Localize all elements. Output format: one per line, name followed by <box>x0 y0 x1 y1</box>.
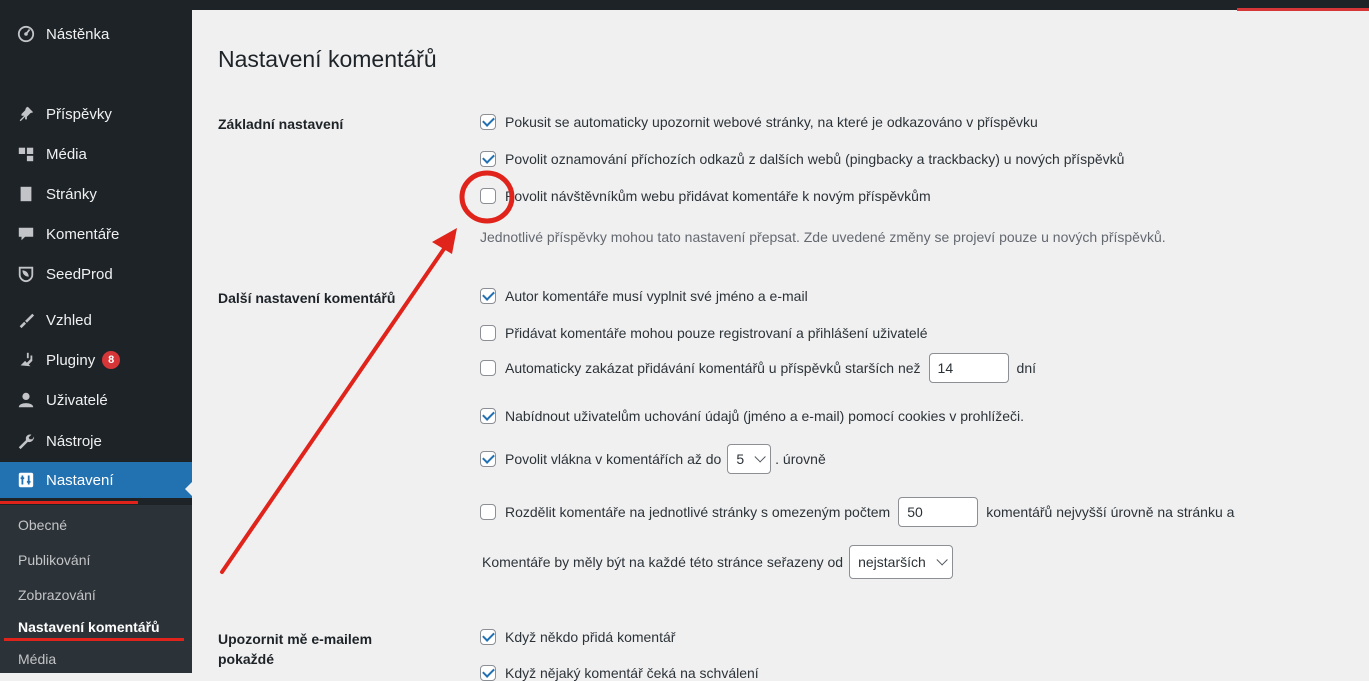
sidebar-item-media[interactable]: Média <box>0 136 192 172</box>
users-icon <box>16 390 36 410</box>
chevron-down-icon <box>754 451 766 463</box>
option-label: Komentáře by měly být na každé této strá… <box>482 554 844 570</box>
checkbox-email-new-comment[interactable] <box>480 629 496 645</box>
plugins-icon <box>16 350 36 370</box>
sidebar-item-plugins[interactable]: Pluginy 8 <box>0 342 192 378</box>
option-allow-comments: Povolit návštěvníkům webu přidávat komen… <box>480 188 931 204</box>
option-suffix: komentářů nejvyšší úrovně na stránku a <box>986 504 1235 520</box>
option-label: Povolit návštěvníkům webu přidávat komen… <box>505 188 931 204</box>
option-paginate-comments: Rozdělit komentáře na jednotlivé stránky… <box>480 497 1234 527</box>
checkbox-cookies-opt-in[interactable] <box>480 408 496 424</box>
checkbox-email-moderation[interactable] <box>480 665 496 681</box>
basic-settings-description: Jednotlivé příspěvky mohou tato nastaven… <box>480 229 1166 245</box>
option-cookies-opt-in: Nabídnout uživatelům uchování údajů (jmé… <box>480 408 1024 424</box>
settings-submenu: Obecné Publikování Zobrazování Nastavení… <box>0 505 192 673</box>
sidebar-item-pages[interactable]: Stránky <box>0 176 192 212</box>
page-title: Nastavení komentářů <box>218 46 437 72</box>
option-allow-pingbacks: Povolit oznamování příchozích odkazů z d… <box>480 151 1124 167</box>
checkbox-registered-only[interactable] <box>480 325 496 341</box>
option-label: Nabídnout uživatelům uchování údajů (jmé… <box>505 408 1025 424</box>
annotation-underline-discussion <box>4 638 184 641</box>
option-suffix: dní <box>1016 360 1036 376</box>
comment-order-select[interactable]: nejstarších <box>849 545 953 579</box>
option-email-moderation: Když nějaký komentář čeká na schválení <box>480 665 759 681</box>
sidebar-item-dashboard[interactable]: Nástěnka <box>0 16 192 52</box>
sidebar-item-label: Nastavení <box>46 471 114 489</box>
option-close-old-comments: Automaticky zakázat přidávání komentářů … <box>480 353 1036 383</box>
checkbox-allow-comments[interactable] <box>480 188 496 204</box>
submenu-item-writing[interactable]: Publikování <box>18 552 90 568</box>
option-label: Autor komentáře musí vyplnit své jméno a… <box>505 288 808 304</box>
sidebar-item-users[interactable]: Uživatelé <box>0 382 192 418</box>
checkbox-threaded-comments[interactable] <box>480 451 496 467</box>
sidebar-item-label: Příspěvky <box>46 105 112 123</box>
option-label: Automaticky zakázat přidávání komentářů … <box>505 360 921 376</box>
comments-per-page-input[interactable] <box>898 497 979 527</box>
option-label: Rozdělit komentáře na jednotlivé stránky… <box>505 504 891 520</box>
submenu-item-media[interactable]: Média <box>18 651 56 667</box>
sidebar-item-label: Média <box>46 145 87 163</box>
sidebar-item-posts[interactable]: Příspěvky <box>0 96 192 132</box>
option-email-new-comment: Když někdo přidá komentář <box>480 629 675 645</box>
submenu-item-general[interactable]: Obecné <box>18 517 67 533</box>
checkbox-paginate-comments[interactable] <box>480 504 496 520</box>
sidebar-item-settings[interactable]: Nastavení <box>0 462 192 498</box>
admin-top-bar <box>0 0 1369 10</box>
sidebar-item-label: SeedProd <box>46 265 113 283</box>
checkbox-close-old-comments[interactable] <box>480 360 496 376</box>
pages-icon <box>16 184 36 204</box>
sidebar-item-seedprod[interactable]: SeedProd <box>0 256 192 292</box>
sidebar-item-label: Stránky <box>46 185 97 203</box>
option-label: Pokusit se automaticky upozornit webové … <box>505 114 1038 130</box>
seedprod-icon <box>16 264 36 284</box>
checkbox-allow-pingbacks[interactable] <box>480 151 496 167</box>
dashboard-icon <box>16 24 36 44</box>
checkbox-require-name-email[interactable] <box>480 288 496 304</box>
option-notify-linked-blogs: Pokusit se automaticky upozornit webové … <box>480 114 1038 130</box>
media-icon <box>16 144 36 164</box>
option-label: Když někdo přidá komentář <box>505 629 676 645</box>
tools-icon <box>16 431 36 451</box>
sidebar-item-label: Pluginy <box>46 351 96 369</box>
option-label: Povolit vlákna v komentářích až do <box>505 451 722 467</box>
sidebar-item-appearance[interactable]: Vzhled <box>0 302 192 338</box>
annotation-underline-settings <box>0 501 138 504</box>
settings-icon <box>16 470 36 490</box>
option-label: Přidávat komentáře mohou pouze registrov… <box>505 325 928 341</box>
sidebar-item-label: Uživatelé <box>46 391 108 409</box>
option-label: Když nějaký komentář čeká na schválení <box>505 665 759 681</box>
plugin-updates-badge: 8 <box>102 351 121 369</box>
option-require-name-email: Autor komentáře musí vyplnit své jméno a… <box>480 288 808 304</box>
settings-content: Nastavení komentářů Základní nastavení P… <box>192 10 1369 681</box>
select-value: 5 <box>736 451 745 467</box>
checkbox-notify-linked-blogs[interactable] <box>480 114 496 130</box>
sidebar-item-tools[interactable]: Nástroje <box>0 423 192 459</box>
sidebar-item-label: Nástroje <box>46 432 102 450</box>
appearance-icon <box>16 310 36 330</box>
section-label-email: Upozornit mě e-mailem pokaždé <box>218 629 372 669</box>
section-label-email-line1: Upozornit mě e-mailem <box>218 631 373 647</box>
thread-depth-select[interactable]: 5 <box>727 444 772 474</box>
select-value: nejstarších <box>858 554 926 570</box>
chevron-down-icon <box>936 554 948 566</box>
sidebar-item-label: Komentáře <box>46 225 120 243</box>
option-comment-order: Komentáře by měly být na každé této strá… <box>482 545 957 579</box>
submenu-item-reading[interactable]: Zobrazování <box>18 587 96 603</box>
sidebar-item-comments[interactable]: Komentáře <box>0 216 192 252</box>
submenu-item-discussion[interactable]: Nastavení komentářů <box>18 619 160 635</box>
option-registered-only: Přidávat komentáře mohou pouze registrov… <box>480 325 928 341</box>
option-suffix: . úrovně <box>775 451 826 467</box>
comments-icon <box>16 224 36 244</box>
option-threaded-comments: Povolit vlákna v komentářích až do 5 . ú… <box>480 444 826 474</box>
pin-icon <box>16 104 36 124</box>
section-label-basic: Základní nastavení <box>218 116 344 132</box>
sidebar-item-label: Vzhled <box>46 311 92 329</box>
close-comments-days-input[interactable] <box>928 353 1009 383</box>
option-label: Povolit oznamování příchozích odkazů z d… <box>505 151 1125 167</box>
section-label-email-line2: pokaždé <box>218 651 275 667</box>
sidebar-item-label: Nástěnka <box>46 25 110 43</box>
section-label-other: Další nastavení komentářů <box>218 290 396 306</box>
